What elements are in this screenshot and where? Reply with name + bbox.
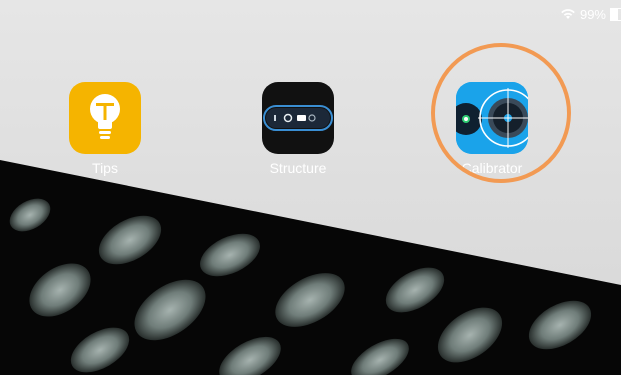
status-bar: 99% <box>560 6 621 22</box>
wifi-icon <box>561 9 575 19</box>
battery-percent: 99% <box>579 6 606 22</box>
highlight-circle <box>431 43 571 183</box>
app-label: Structure <box>269 160 327 176</box>
home-screen: 99% Tips Structure Calibrator <box>0 0 621 375</box>
app-structure[interactable]: Structure <box>253 82 343 176</box>
app-tips[interactable]: Tips <box>60 82 150 176</box>
app-label: Tips <box>92 160 118 176</box>
battery-icon <box>610 7 621 21</box>
lightbulb-icon[interactable] <box>69 82 141 154</box>
structure-sensor-icon[interactable] <box>262 82 334 154</box>
